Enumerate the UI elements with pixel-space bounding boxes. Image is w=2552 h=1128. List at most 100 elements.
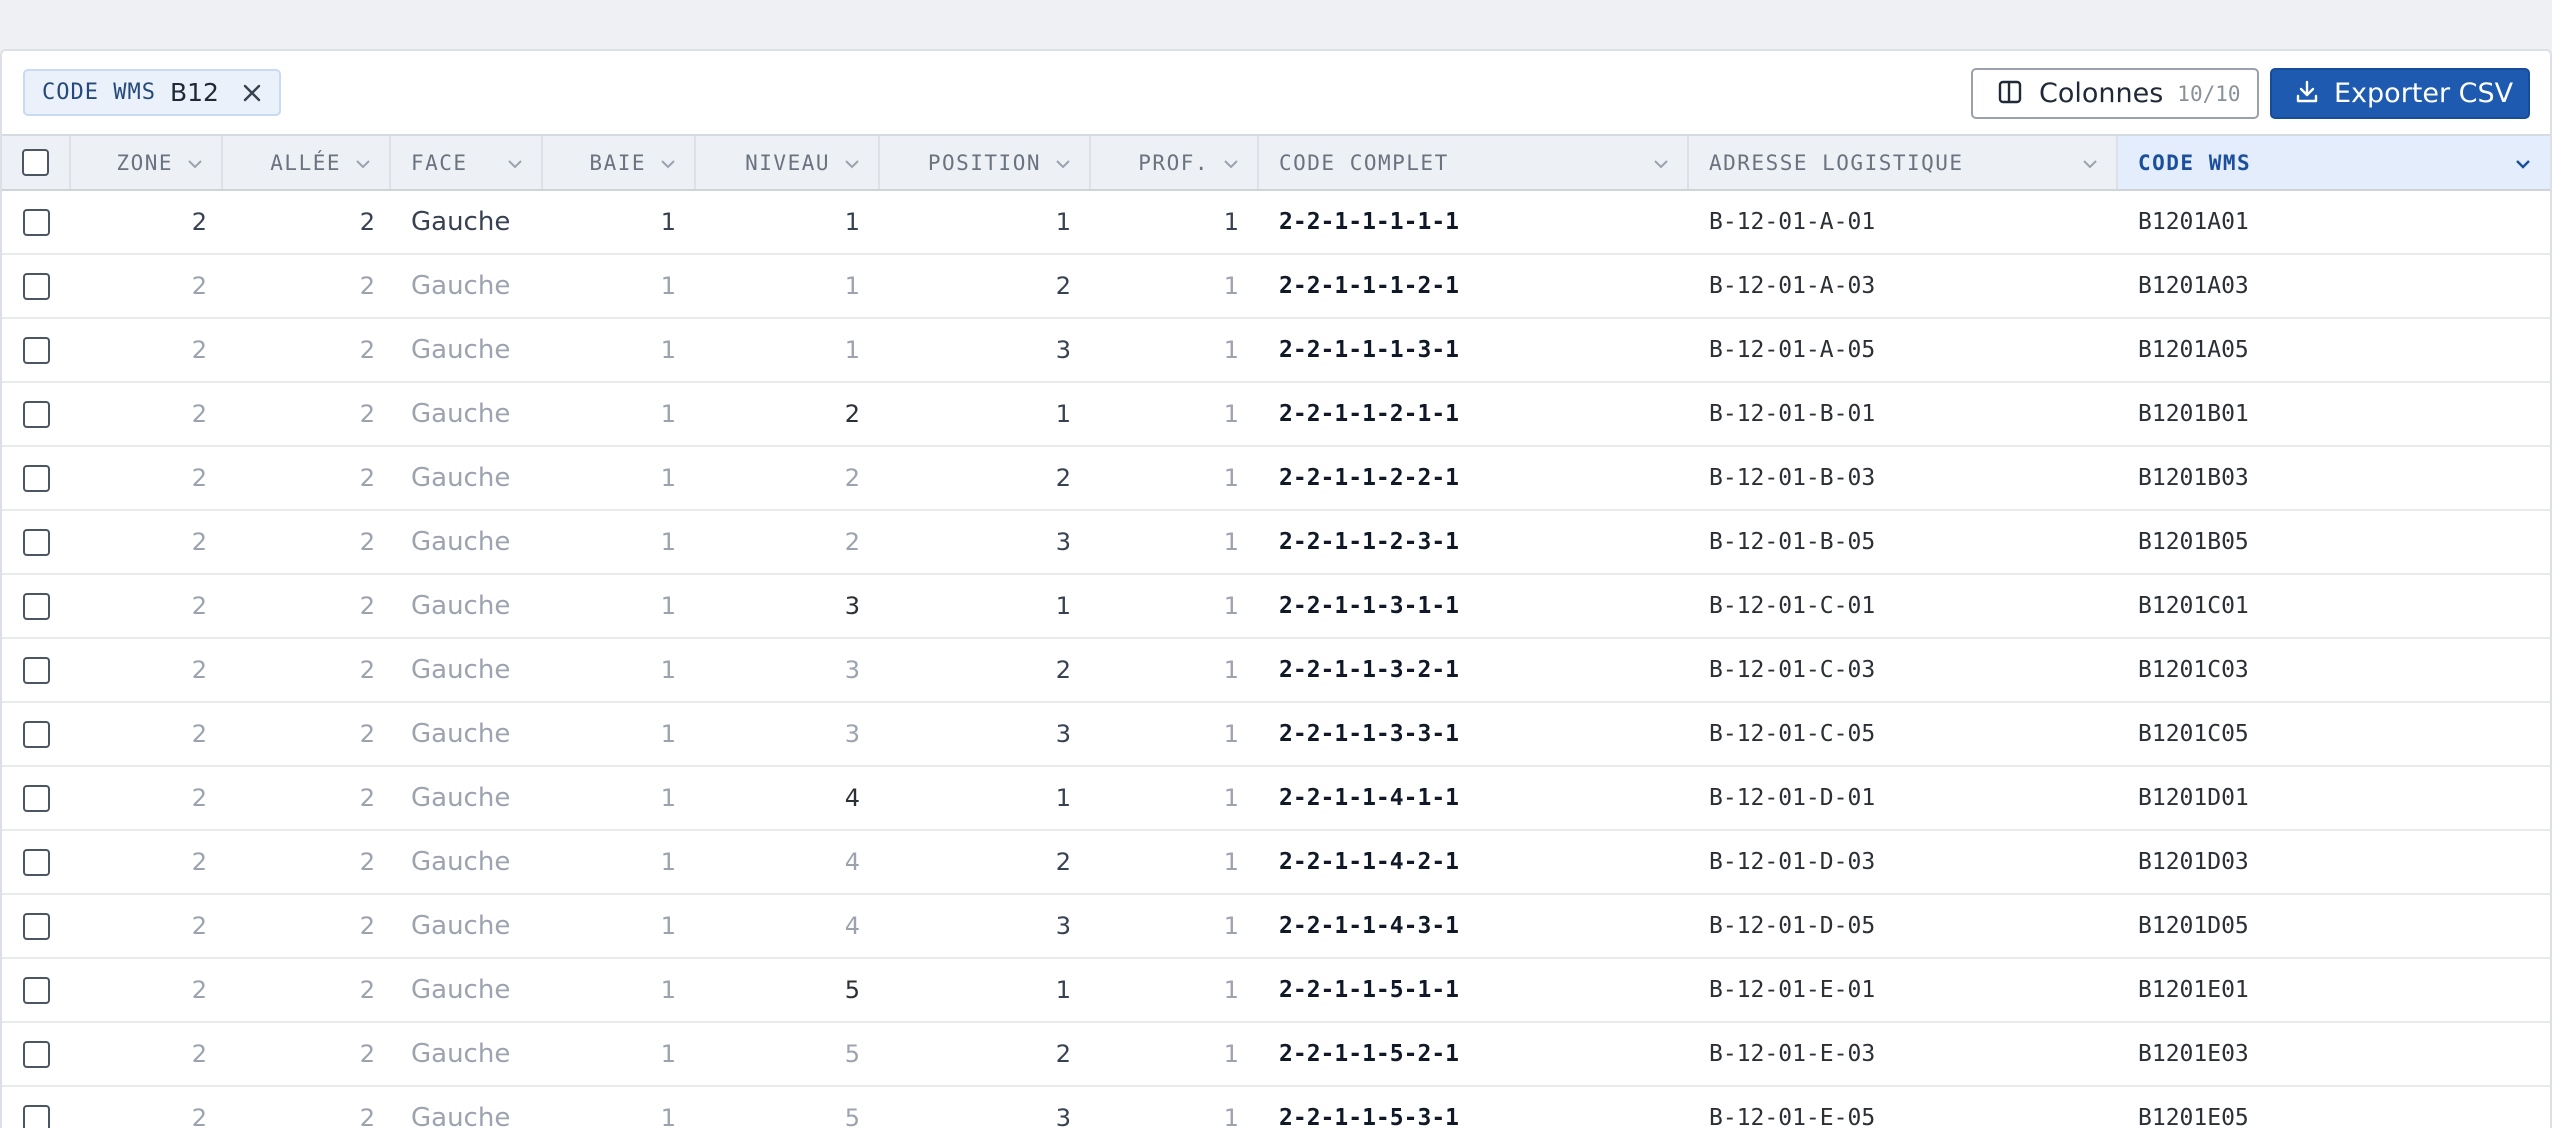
select-all-checkbox[interactable]	[22, 149, 49, 176]
table-row[interactable]: 2 2 Gauche 1 3 1 1 2-2-1-1-3-1-1 B-12-01-C-01 B12…	[2, 575, 2550, 639]
cell-position: 2	[1055, 272, 1071, 300]
table-toolbar: CODE WMS B12 Colonnes 10/10 Exporter CSV	[2, 51, 2550, 136]
cell-zone: 2	[191, 848, 207, 876]
columns-button[interactable]: Colonnes 10/10	[1971, 68, 2259, 119]
columns-count: 10/10	[2177, 81, 2241, 106]
row-checkbox[interactable]	[23, 656, 50, 684]
table-row[interactable]: 2 2 Gauche 1 1 1 1 2-2-1-1-1-1-1 B-12-01-A-01 B12…	[2, 191, 2550, 255]
table-row[interactable]: 2 2 Gauche 1 2 1 1 2-2-1-1-2-1-1 B-12-01-B-01 B12…	[2, 383, 2550, 447]
row-checkbox[interactable]	[23, 336, 50, 364]
row-checkbox[interactable]	[23, 592, 50, 620]
cell-adresse-logistique: B-12-01-D-03	[1709, 849, 1876, 875]
columns-button-label: Colonnes	[2039, 78, 2164, 109]
column-header-code-wms[interactable]: CODE WMS	[2118, 136, 2550, 189]
row-checkbox[interactable]	[23, 1040, 50, 1068]
column-header-allee[interactable]: ALLÉE	[223, 136, 391, 189]
cell-prof: 1	[1223, 784, 1239, 812]
column-header-adresse-logistique[interactable]: ADRESSE LOGISTIQUE	[1689, 136, 2118, 189]
cell-niveau: 5	[844, 976, 860, 1004]
cell-niveau: 1	[844, 208, 860, 236]
table-row[interactable]: 2 2 Gauche 1 5 3 1 2-2-1-1-5-3-1 B-12-01-E-05 B12…	[2, 1087, 2550, 1128]
cell-code-complet: 2-2-1-1-4-2-1	[1279, 849, 1460, 875]
column-header-zone[interactable]: ZONE	[71, 136, 223, 189]
cell-prof: 1	[1223, 656, 1239, 684]
cell-zone: 2	[191, 1040, 207, 1068]
row-checkbox[interactable]	[23, 400, 50, 428]
column-header-face[interactable]: FACE	[391, 136, 543, 189]
row-checkbox[interactable]	[23, 720, 50, 748]
export-csv-button[interactable]: Exporter CSV	[2270, 68, 2530, 119]
cell-adresse-logistique: B-12-01-A-01	[1709, 209, 1876, 235]
column-header-label: POSITION	[927, 150, 1041, 175]
column-header-niveau[interactable]: NIVEAU	[696, 136, 880, 189]
cell-zone: 2	[191, 784, 207, 812]
cell-allee: 2	[359, 528, 375, 556]
row-checkbox[interactable]	[23, 464, 50, 492]
cell-zone: 2	[191, 1104, 207, 1128]
row-checkbox[interactable]	[23, 528, 50, 556]
row-checkbox[interactable]	[23, 272, 50, 300]
cell-baie: 1	[660, 1040, 676, 1068]
row-checkbox[interactable]	[23, 912, 50, 940]
table-row[interactable]: 2 2 Gauche 1 2 2 1 2-2-1-1-2-2-1 B-12-01-B-03 B12…	[2, 447, 2550, 511]
cell-zone: 2	[191, 464, 207, 492]
cell-zone: 2	[191, 720, 207, 748]
column-header-position[interactable]: POSITION	[880, 136, 1091, 189]
cell-adresse-logistique: B-12-01-C-03	[1709, 657, 1876, 683]
table-row[interactable]: 2 2 Gauche 1 1 3 1 2-2-1-1-1-3-1 B-12-01-A-05 B12…	[2, 319, 2550, 383]
column-header-label: NIVEAU	[745, 150, 830, 175]
cell-position: 2	[1055, 1040, 1071, 1068]
table-row[interactable]: 2 2 Gauche 1 5 1 1 2-2-1-1-5-1-1 B-12-01-E-01 B12…	[2, 959, 2550, 1023]
chevron-down-icon	[2083, 160, 2097, 169]
cell-zone: 2	[191, 400, 207, 428]
table-row[interactable]: 2 2 Gauche 1 3 3 1 2-2-1-1-3-3-1 B-12-01-C-05 B12…	[2, 703, 2550, 767]
table-row[interactable]: 2 2 Gauche 1 1 2 1 2-2-1-1-1-2-1 B-12-01-A-03 B12…	[2, 255, 2550, 319]
cell-code-complet: 2-2-1-1-2-2-1	[1279, 465, 1460, 491]
cell-adresse-logistique: B-12-01-E-03	[1709, 1041, 1876, 1067]
row-checkbox[interactable]	[23, 208, 50, 236]
close-icon[interactable]	[239, 80, 265, 106]
table-row[interactable]: 2 2 Gauche 1 2 3 1 2-2-1-1-2-3-1 B-12-01-B-05 B12…	[2, 511, 2550, 575]
table-body: 2 2 Gauche 1 1 1 1 2-2-1-1-1-1-1 B-12-01-A-01 B12…	[2, 191, 2550, 1128]
cell-prof: 1	[1223, 912, 1239, 940]
cell-code-complet: 2-2-1-1-5-2-1	[1279, 1041, 1460, 1067]
cell-face: Gauche	[411, 847, 511, 877]
cell-face: Gauche	[411, 591, 511, 621]
cell-code-wms: B1201D05	[2138, 913, 2249, 939]
row-select-cell	[2, 767, 71, 829]
cell-position: 1	[1055, 592, 1071, 620]
export-csv-label: Exporter CSV	[2334, 78, 2514, 109]
row-checkbox[interactable]	[23, 1104, 50, 1128]
row-checkbox[interactable]	[23, 784, 50, 812]
chevron-down-icon	[1224, 160, 1238, 169]
chevron-down-icon	[356, 160, 370, 169]
row-checkbox[interactable]	[23, 848, 50, 876]
table-row[interactable]: 2 2 Gauche 1 3 2 1 2-2-1-1-3-2-1 B-12-01-C-03 B12…	[2, 639, 2550, 703]
columns-icon	[1997, 79, 2023, 109]
cell-niveau: 5	[844, 1040, 860, 1068]
table-row[interactable]: 2 2 Gauche 1 4 1 1 2-2-1-1-4-1-1 B-12-01-D-01 B12…	[2, 767, 2550, 831]
row-select-cell	[2, 447, 71, 509]
cell-code-wms: B1201B01	[2138, 401, 2249, 427]
cell-niveau: 3	[844, 592, 860, 620]
cell-zone: 2	[191, 528, 207, 556]
cell-zone: 2	[191, 272, 207, 300]
filter-chip[interactable]: CODE WMS B12	[23, 69, 281, 116]
cell-zone: 2	[191, 656, 207, 684]
table-row[interactable]: 2 2 Gauche 1 5 2 1 2-2-1-1-5-2-1 B-12-01-E-03 B12…	[2, 1023, 2550, 1087]
row-checkbox[interactable]	[23, 976, 50, 1004]
column-header-code-complet[interactable]: CODE COMPLET	[1259, 136, 1689, 189]
cell-face: Gauche	[411, 399, 511, 429]
column-header-baie[interactable]: BAIE	[543, 136, 696, 189]
cell-baie: 1	[660, 464, 676, 492]
cell-face: Gauche	[411, 1039, 511, 1069]
cell-baie: 1	[660, 848, 676, 876]
cell-niveau: 4	[844, 912, 860, 940]
cell-code-complet: 2-2-1-1-3-3-1	[1279, 721, 1460, 747]
table-row[interactable]: 2 2 Gauche 1 4 3 1 2-2-1-1-4-3-1 B-12-01-D-05 B12…	[2, 895, 2550, 959]
cell-prof: 1	[1223, 336, 1239, 364]
column-header-prof[interactable]: PROF.	[1091, 136, 1259, 189]
table-row[interactable]: 2 2 Gauche 1 4 2 1 2-2-1-1-4-2-1 B-12-01-D-03 B12…	[2, 831, 2550, 895]
cell-prof: 1	[1223, 1040, 1239, 1068]
cell-adresse-logistique: B-12-01-B-03	[1709, 465, 1876, 491]
